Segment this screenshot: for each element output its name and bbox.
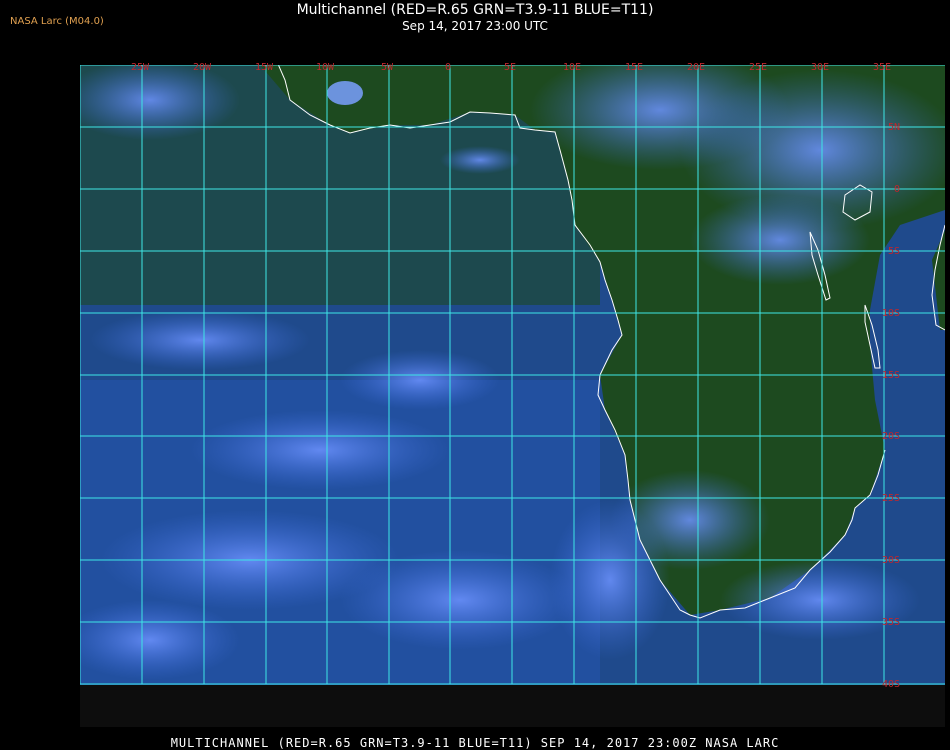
longitude-label: 25E xyxy=(749,62,767,73)
longitude-label: 30E xyxy=(811,62,829,73)
latitude-label: 5S xyxy=(888,246,900,257)
longitude-label: 20E xyxy=(687,62,705,73)
longitude-label: 15W xyxy=(255,62,274,73)
latitude-label: 10S xyxy=(882,308,900,319)
latitude-label: 25S xyxy=(882,493,900,504)
latitude-label: 15S xyxy=(882,370,900,381)
latitude-label: 40S xyxy=(882,679,900,690)
image-title: Multichannel (RED=R.65 GRN=T3.9-11 BLUE=… xyxy=(296,2,654,18)
longitude-label: 35E xyxy=(873,62,891,73)
longitude-label: 5W xyxy=(381,62,394,73)
longitude-label: 25W xyxy=(131,62,150,73)
footer-caption: MULTICHANNEL (RED=R.65 GRN=T3.9-11 BLUE=… xyxy=(170,736,780,750)
latitude-label: 35S xyxy=(882,617,900,628)
image-timestamp: Sep 14, 2017 23:00 UTC xyxy=(402,19,548,33)
longitude-label: 10E xyxy=(563,62,581,73)
latitude-label: 20S xyxy=(882,431,900,442)
longitude-label: 20W xyxy=(193,62,212,73)
latitude-label: 30S xyxy=(882,555,900,566)
longitude-label: 5E xyxy=(504,62,516,73)
longitude-label: 15E xyxy=(625,62,643,73)
latitude-label: 5N xyxy=(888,122,900,133)
longitude-label: 0 xyxy=(445,62,451,73)
latitude-label: 0 xyxy=(894,184,900,195)
longitude-label: 10W xyxy=(316,62,335,73)
satellite-map: 25W 20W 15W 10W 5W 0 5E 10E 15E 20E 25E 30E 35E 5N 0 5S… xyxy=(80,62,945,727)
